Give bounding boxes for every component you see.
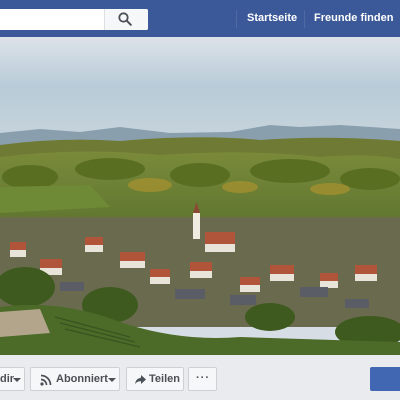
search-button[interactable] <box>104 9 148 30</box>
follow-button[interactable]: Abonniert <box>30 367 120 391</box>
share-arrow-icon <box>135 375 146 385</box>
nav-link-startseite[interactable]: Startseite <box>247 12 297 24</box>
landscape-photo <box>0 37 400 355</box>
page-action-bar: dir Abonniert Teilen ··· <box>0 355 400 400</box>
search-input[interactable] <box>0 9 104 30</box>
share-button-label: Teilen <box>149 373 180 385</box>
search-icon <box>118 12 132 26</box>
share-button[interactable]: Teilen <box>126 367 184 391</box>
nav-divider <box>236 10 237 28</box>
more-options-button[interactable]: ··· <box>188 367 217 391</box>
nav-divider <box>304 10 305 28</box>
follow-button-label: Abonniert <box>56 373 108 385</box>
like-button[interactable]: dir <box>0 367 25 391</box>
top-navigation-bar: Startseite Freunde finden <box>0 0 400 37</box>
chevron-down-icon <box>13 378 21 382</box>
rss-icon <box>40 374 52 386</box>
cover-photo[interactable] <box>0 37 400 355</box>
more-options-label: ··· <box>196 372 210 384</box>
primary-action-button[interactable] <box>370 367 400 391</box>
search-box <box>0 9 148 30</box>
nav-link-freunde-finden[interactable]: Freunde finden <box>314 12 393 24</box>
chevron-down-icon <box>108 378 116 382</box>
like-button-label: dir <box>0 373 15 385</box>
